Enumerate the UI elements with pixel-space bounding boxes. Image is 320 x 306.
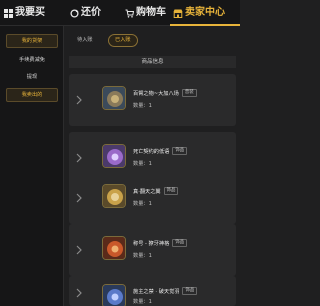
sidebar-item-label: 手续费减免	[19, 57, 45, 63]
nav-buy[interactable]: 我要买	[4, 0, 45, 26]
chevron-right-icon	[76, 245, 82, 255]
grid-icon	[4, 8, 13, 18]
item-quantity: 数量：1	[133, 201, 152, 207]
nav-seller-center-label: 卖家中心	[185, 7, 225, 18]
refresh-icon	[70, 8, 79, 18]
item-thumbnail	[102, 144, 126, 168]
sidebar-item-my-sold[interactable]: 我卖出的	[6, 88, 58, 102]
item-quantity: 数量：1	[133, 161, 152, 167]
chevron-right-icon	[76, 193, 82, 203]
item-thumbnail	[102, 284, 126, 306]
nav-bargain-label: 还价	[81, 7, 101, 18]
cart-icon	[125, 9, 134, 18]
item-name: 百臂之物~大加八场	[133, 90, 179, 97]
item-tag: 饰品	[172, 239, 188, 247]
sidebar-item-label: 我卖出的	[21, 92, 43, 98]
item-title: 称号 - 獠牙神格 饰品	[133, 239, 188, 247]
item-quantity: 数量：1	[133, 103, 152, 109]
sidebar-item-fee-reduction[interactable]: 手续费减免	[6, 53, 58, 67]
item-thumbnail	[102, 184, 126, 208]
nav-buy-label: 我要买	[15, 7, 45, 18]
sidebar-item-my-shelf[interactable]: 我的货架	[6, 34, 58, 48]
item-title: 真·翻天之翼 饰品	[133, 187, 179, 195]
item-title: 百臂之物~大加八场 普装	[133, 89, 197, 97]
top-nav: 我要买 还价 购物车 卖家中心	[0, 0, 240, 26]
tab-settled[interactable]: 已入账	[108, 34, 138, 47]
item-tag: 饰品	[163, 187, 179, 195]
nav-cart-label: 购物车	[136, 7, 166, 18]
active-tab-indicator	[170, 24, 240, 26]
chevron-right-icon	[76, 288, 82, 298]
item-name: 称号 - 獠牙神格	[133, 240, 170, 247]
sidebar: 我的货架 手续费减免 提现 我卖出的	[0, 26, 64, 306]
list-item[interactable]: 百臂之物~大加八场 普装 数量：1	[69, 74, 236, 126]
nav-cart[interactable]: 购物车	[125, 0, 166, 26]
item-quantity: 数量：1	[133, 253, 152, 259]
item-title: 死亡契约的低语 饰品	[133, 147, 188, 155]
list-item[interactable]: 施主之禁 · 破天觉羽 饰品 数量：1	[69, 276, 236, 306]
item-thumbnail	[102, 236, 126, 260]
item-name: 真·翻天之翼	[133, 188, 161, 195]
chevron-right-icon	[76, 153, 82, 163]
item-name: 施主之禁 · 破天觉羽	[133, 288, 180, 295]
tab-pending[interactable]: 待入账	[70, 34, 100, 47]
table-header: 商品信息	[69, 56, 236, 68]
sidebar-item-label: 提现	[26, 74, 38, 80]
tab-pending-label: 待入账	[77, 37, 93, 43]
sidebar-item-label: 我的货架	[21, 38, 43, 44]
list-item[interactable]: 称号 - 獠牙神格 饰品 数量：1	[69, 224, 236, 276]
store-icon	[173, 9, 183, 18]
item-tag: 普装	[181, 89, 197, 97]
list-item[interactable]: 真·翻天之翼 饰品 数量：1	[69, 172, 236, 224]
item-tag: 饰品	[182, 287, 198, 295]
sidebar-item-withdraw[interactable]: 提现	[6, 70, 58, 84]
nav-seller-center[interactable]: 卖家中心	[173, 0, 225, 26]
item-title: 施主之禁 · 破天觉羽 饰品	[133, 287, 198, 295]
item-name: 死亡契约的低语	[133, 148, 170, 155]
tab-settled-label: 已入账	[115, 37, 131, 43]
nav-bargain[interactable]: 还价	[70, 0, 101, 26]
item-thumbnail	[102, 86, 126, 110]
item-tag: 饰品	[172, 147, 188, 155]
chevron-right-icon	[76, 95, 82, 105]
item-quantity: 数量：1	[133, 299, 152, 305]
